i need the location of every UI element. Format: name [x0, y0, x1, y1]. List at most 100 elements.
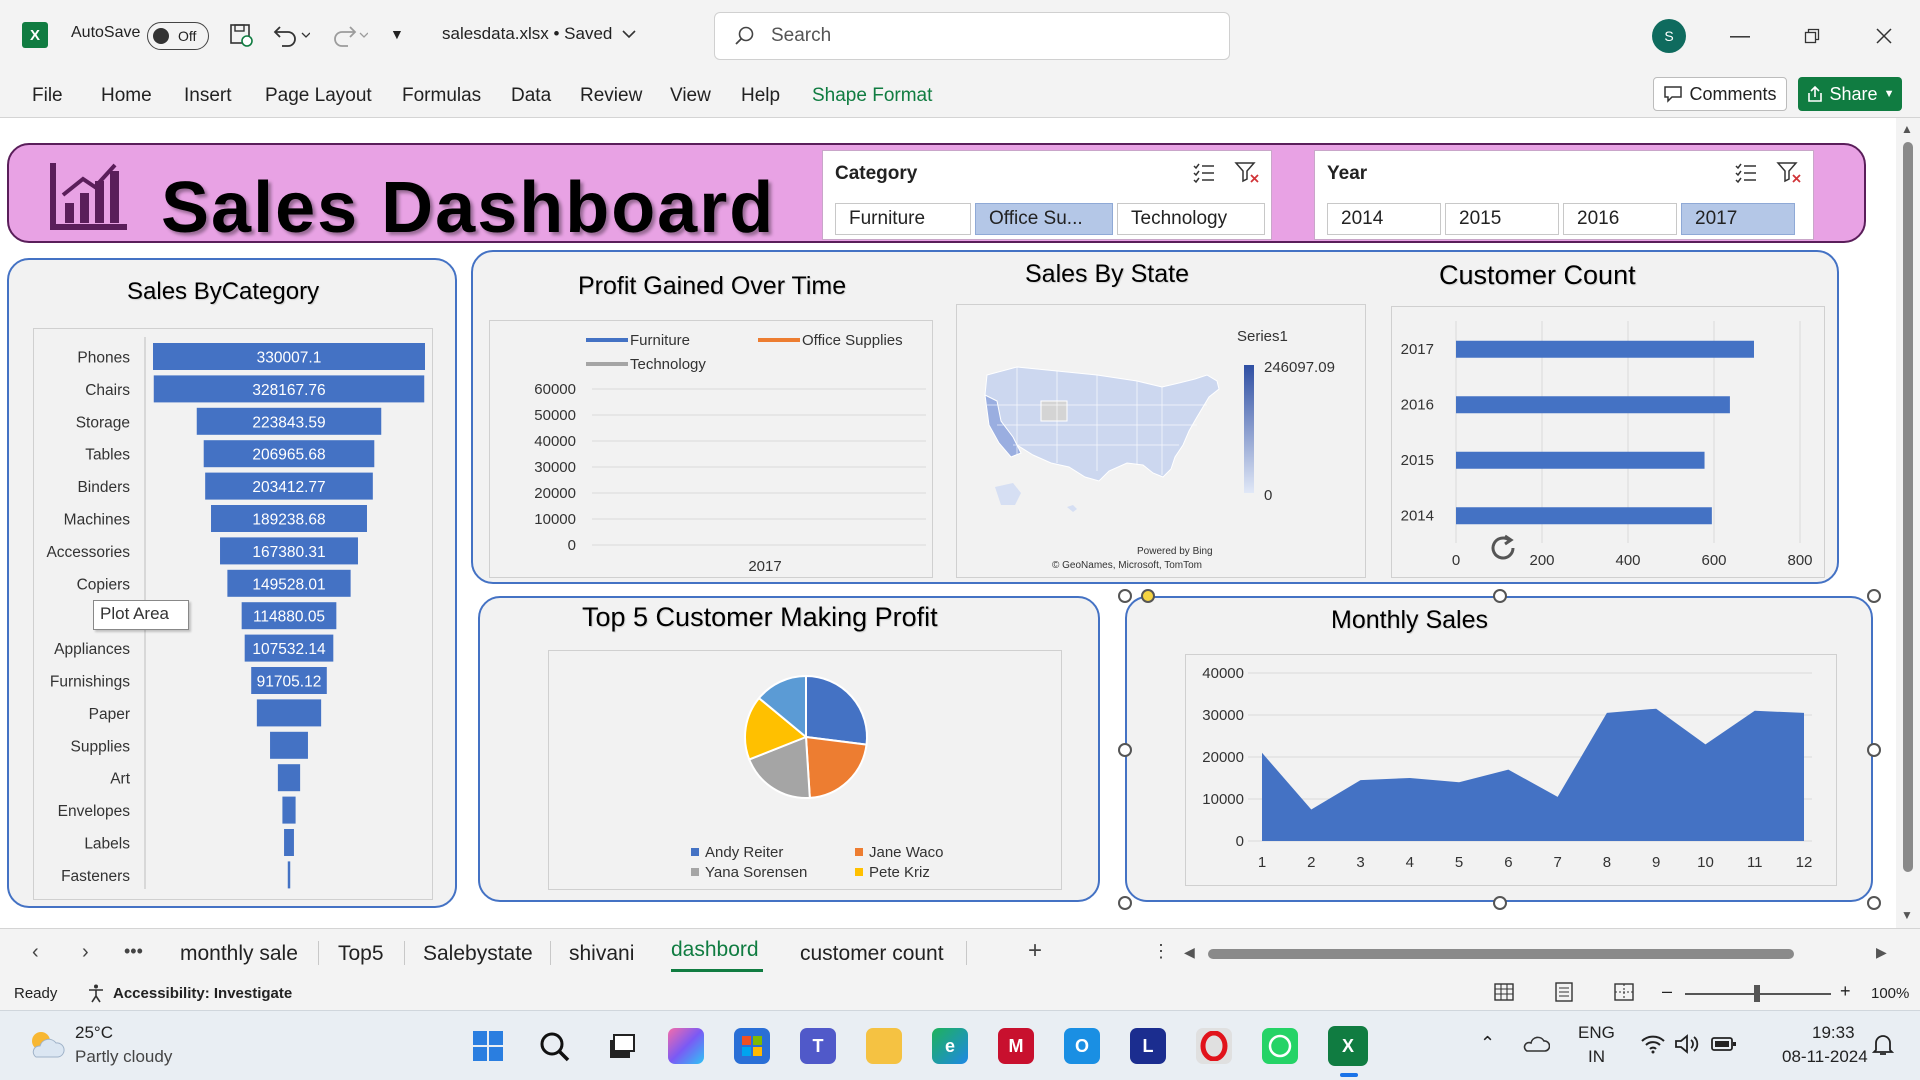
top-charts-group[interactable]: Profit Gained Over Time 60000 50000 40000 3…: [471, 250, 1839, 584]
normal-view-icon[interactable]: [1493, 982, 1515, 1006]
adjust-handle[interactable]: [1141, 589, 1155, 603]
page-break-view-icon[interactable]: [1613, 982, 1635, 1006]
clock-time[interactable]: 19:33: [1812, 1023, 1855, 1043]
opera-icon[interactable]: [1196, 1028, 1232, 1064]
battery-icon[interactable]: [1711, 1035, 1737, 1058]
category-slicer[interactable]: Category Furniture Office Su... Technolo…: [822, 150, 1272, 240]
top5-pie-chart[interactable]: Andy Reiter Jane Waco Yana Sorensen Pete Kr…: [549, 651, 1063, 891]
tab-help[interactable]: Help: [741, 85, 780, 107]
save-icon[interactable]: [228, 22, 254, 48]
clear-filter-icon[interactable]: [1233, 159, 1261, 187]
slicer-item-technology[interactable]: Technology: [1117, 203, 1265, 235]
sales-by-state-map[interactable]: Series1 246097.09 0 Powered by Bing © Ge…: [957, 305, 1367, 579]
zoom-slider-thumb[interactable]: [1754, 985, 1760, 1002]
profit-over-time-chart[interactable]: 60000 50000 40000 30000 20000 10000 0 2017 Furni…: [490, 321, 934, 579]
selection-handles[interactable]: [1114, 586, 1884, 914]
file-title[interactable]: salesdata.xlsx • Saved: [442, 24, 638, 44]
zoom-level[interactable]: 100%: [1871, 985, 1909, 1002]
task-view-icon[interactable]: [602, 1028, 638, 1064]
multi-select-icon[interactable]: [1732, 159, 1760, 187]
tab-data[interactable]: Data: [511, 85, 551, 107]
vertical-scrollbar[interactable]: ▲ ▼: [1896, 118, 1920, 928]
slicer-item-2017[interactable]: 2017: [1681, 203, 1795, 235]
tab-shape-format[interactable]: Shape Format: [812, 85, 932, 107]
add-sheet-icon[interactable]: +: [1028, 937, 1042, 965]
wifi-icon[interactable]: [1640, 1033, 1666, 1060]
file-explorer-icon[interactable]: [866, 1028, 902, 1064]
tab-review[interactable]: Review: [580, 85, 642, 107]
sheet-tab-salebystate[interactable]: Salebystate: [423, 942, 533, 966]
scroll-left-icon[interactable]: ◀: [1184, 944, 1195, 961]
next-sheet-icon[interactable]: ›: [82, 941, 89, 964]
share-button[interactable]: Share ▼: [1798, 77, 1902, 111]
customer-count-chart[interactable]: 0 200 400 600 800 2017 2016 2015 2014: [1392, 307, 1826, 579]
prev-sheet-icon[interactable]: ‹: [32, 941, 39, 964]
scroll-up-icon[interactable]: ▲: [1901, 122, 1913, 136]
excel-taskbar-icon[interactable]: X: [1328, 1026, 1368, 1066]
clock-date[interactable]: 08-11-2024: [1782, 1047, 1868, 1067]
more-options-icon[interactable]: ⋮: [1152, 941, 1170, 962]
customize-toolbar-icon[interactable]: ▼: [390, 26, 404, 42]
clear-filter-icon[interactable]: [1775, 159, 1803, 187]
close-icon[interactable]: [1864, 20, 1904, 52]
l-app-icon[interactable]: L: [1130, 1028, 1166, 1064]
volume-icon[interactable]: [1674, 1033, 1700, 1060]
copilot-icon[interactable]: [668, 1028, 704, 1064]
notification-icon[interactable]: [1871, 1033, 1895, 1062]
autosave-toggle[interactable]: Off: [147, 22, 209, 50]
microsoft-store-icon[interactable]: [734, 1028, 770, 1064]
edge-icon[interactable]: e: [932, 1028, 968, 1064]
sheet-tab-shivani[interactable]: shivani: [569, 942, 634, 966]
restore-icon[interactable]: [1792, 20, 1832, 52]
comments-button[interactable]: Comments: [1653, 77, 1787, 111]
slicer-item-office-supplies[interactable]: Office Su...: [975, 203, 1113, 235]
vertical-scroll-thumb[interactable]: [1903, 142, 1913, 872]
avatar[interactable]: S: [1652, 19, 1686, 53]
slicer-item-2014[interactable]: 2014: [1327, 203, 1441, 235]
tab-file[interactable]: File: [32, 85, 63, 107]
search-icon[interactable]: [536, 1028, 572, 1064]
horizontal-scrollbar[interactable]: ◀ ▶: [1184, 941, 1887, 965]
tab-insert[interactable]: Insert: [184, 85, 232, 107]
search-input[interactable]: [771, 25, 1191, 47]
tab-home[interactable]: Home: [101, 85, 152, 107]
tab-view[interactable]: View: [670, 85, 711, 107]
windows-start-icon[interactable]: [470, 1028, 506, 1064]
multi-select-icon[interactable]: [1190, 159, 1218, 187]
slicer-item-2015[interactable]: 2015: [1445, 203, 1559, 235]
tab-formulas[interactable]: Formulas: [402, 85, 481, 107]
whatsapp-icon[interactable]: [1262, 1028, 1298, 1064]
scroll-down-icon[interactable]: ▼: [1901, 908, 1913, 922]
undo-icon[interactable]: [270, 22, 310, 48]
slicer-item-2016[interactable]: 2016: [1563, 203, 1677, 235]
accessibility-icon[interactable]: [86, 983, 106, 1007]
rotate-handle-icon[interactable]: [1483, 528, 1523, 568]
sheet-tab-monthly-sale[interactable]: monthly sale: [180, 942, 298, 966]
top5-customers-panel[interactable]: Top 5 Customer Making Profit Andy Reiter…: [478, 596, 1100, 902]
language-code[interactable]: ENG: [1578, 1023, 1615, 1043]
sheet-tab-customer-count[interactable]: customer count: [800, 942, 944, 966]
sheet-tab-dashbord[interactable]: dashbord: [671, 938, 759, 962]
scroll-right-icon[interactable]: ▶: [1876, 944, 1887, 961]
mcafee-icon[interactable]: M: [998, 1028, 1034, 1064]
page-layout-view-icon[interactable]: [1553, 982, 1575, 1006]
language-region[interactable]: IN: [1588, 1047, 1605, 1067]
cortana-icon[interactable]: O: [1064, 1028, 1100, 1064]
more-sheets-icon[interactable]: •••: [124, 941, 143, 962]
redo-icon[interactable]: [328, 22, 368, 48]
onedrive-icon[interactable]: [1522, 1033, 1551, 1060]
teams-icon[interactable]: T: [800, 1028, 836, 1064]
zoom-in-icon[interactable]: +: [1840, 981, 1851, 1002]
minimize-icon[interactable]: —: [1720, 20, 1760, 52]
horizontal-scroll-thumb[interactable]: [1208, 949, 1794, 959]
accessibility-status[interactable]: Accessibility: Investigate: [113, 985, 292, 1002]
sheet-tab-top5[interactable]: Top5: [338, 942, 384, 966]
tab-page-layout[interactable]: Page Layout: [265, 85, 372, 107]
show-hidden-icons[interactable]: ⌃: [1480, 1033, 1495, 1054]
year-slicer[interactable]: Year 2014 2015 2016 2017: [1314, 150, 1814, 240]
search-box[interactable]: [714, 12, 1230, 60]
slicer-item-furniture[interactable]: Furniture: [835, 203, 971, 235]
zoom-out-icon[interactable]: –: [1662, 981, 1672, 1002]
partly-cloudy-icon[interactable]: [26, 1027, 66, 1068]
sales-by-category-panel[interactable]: Sales ByCategory Phones 330007.1 Chairs 328…: [7, 258, 457, 908]
